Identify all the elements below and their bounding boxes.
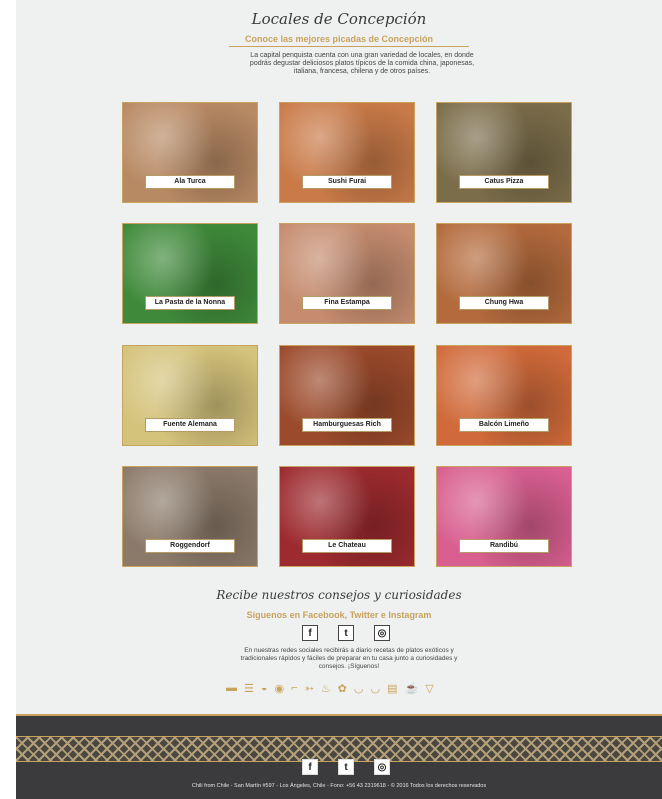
food-icon: ▬ <box>226 682 237 694</box>
footer-social-buttons: f t ◎ <box>302 759 390 775</box>
restaurant-card[interactable]: Catus Pizza <box>436 102 572 203</box>
twitter-icon: t <box>344 627 348 639</box>
restaurant-card[interactable]: Roggendorf <box>122 466 258 567</box>
footer-instagram-button[interactable]: ◎ <box>374 759 390 775</box>
restaurant-label[interactable]: Ala Turca <box>145 175 235 189</box>
instagram-icon: ◎ <box>377 627 387 639</box>
copyright-text: Chili from Chile - San Martín #597 - Los… <box>191 783 487 789</box>
footer-divider <box>16 714 662 716</box>
food-icon: ◡ <box>353 683 364 695</box>
twitter-button[interactable]: t <box>338 625 354 641</box>
restaurant-card[interactable]: Le Chateau <box>279 466 415 567</box>
food-icon: ◒ <box>260 682 268 694</box>
footer: f t ◎ Chili from Chile - San Martín #597… <box>16 714 662 799</box>
food-icon: ▤ <box>387 683 398 695</box>
facebook-button[interactable]: f <box>302 625 318 641</box>
restaurant-card[interactable]: Hamburguesas Rich <box>279 345 415 446</box>
restaurant-card[interactable]: Ala Turca <box>122 102 258 203</box>
restaurant-card[interactable]: Chung Hwa <box>436 223 572 324</box>
food-icon: ◉ <box>274 683 285 695</box>
restaurant-label[interactable]: Fina Estampa <box>302 296 392 310</box>
footer-facebook-button[interactable]: f <box>302 759 318 775</box>
page-title: Locales de Concepción <box>251 10 427 28</box>
restaurant-label[interactable]: Balcón Limeño <box>459 418 549 432</box>
restaurant-card[interactable]: Sushi Furai <box>279 102 415 203</box>
food-icon: ⌐ <box>291 682 298 694</box>
food-icon: ☕ <box>404 683 419 695</box>
restaurant-label[interactable]: Fuente Alemana <box>145 418 235 432</box>
social-buttons: f t ◎ <box>302 625 390 641</box>
food-icon: ◡ <box>370 683 381 695</box>
food-icon: ☰ <box>244 683 254 695</box>
restaurant-card[interactable]: Balcón Limeño <box>436 345 572 446</box>
restaurant-card[interactable]: Fina Estampa <box>279 223 415 324</box>
restaurant-card[interactable]: Fuente Alemana <box>122 345 258 446</box>
social-subtitle: Síguenos en Facebook, Twitter e Instagra… <box>246 610 432 620</box>
restaurant-label[interactable]: Hamburguesas Rich <box>302 418 392 432</box>
restaurant-label[interactable]: Catus Pizza <box>459 175 549 189</box>
food-icon: ▽ <box>425 683 434 695</box>
footer-twitter-button[interactable]: t <box>338 759 354 775</box>
restaurant-label[interactable]: Roggendorf <box>145 539 235 553</box>
restaurant-card[interactable]: Randibú <box>436 466 572 567</box>
subtitle-divider <box>229 46 469 47</box>
restaurant-label[interactable]: Sushi Furai <box>302 175 392 189</box>
social-text: En nuestras redes sociales recibirás a d… <box>240 647 458 670</box>
food-icon: ♨ <box>320 683 331 695</box>
restaurant-label[interactable]: La Pasta de la Nonna <box>145 296 235 310</box>
restaurant-label[interactable]: Chung Hwa <box>459 296 549 310</box>
page: Locales de Concepción Conoce las mejores… <box>16 0 662 714</box>
food-icon: ➳ <box>304 683 314 695</box>
restaurant-card[interactable]: La Pasta de la Nonna <box>122 223 258 324</box>
restaurant-label[interactable]: Le Chateau <box>302 539 392 553</box>
facebook-icon: f <box>308 627 312 639</box>
food-icon: ✿ <box>337 683 347 695</box>
food-icons-row: ▬ ☰ ◒ ◉ ⌐ ➳ ♨ ✿ ◡ ◡ ▤ ☕ ▽ <box>226 682 434 695</box>
instagram-button[interactable]: ◎ <box>374 625 390 641</box>
social-title: Recibe nuestros consejos y curiosidades <box>216 588 462 602</box>
facebook-icon: f <box>308 761 312 773</box>
restaurant-label[interactable]: Randibú <box>459 539 549 553</box>
intro-text: La capital penquista cuenta con una gran… <box>249 52 475 75</box>
instagram-icon: ◎ <box>377 761 387 773</box>
twitter-icon: t <box>344 761 348 773</box>
page-subtitle: Conoce las mejores picadas de Concepción <box>244 34 434 44</box>
